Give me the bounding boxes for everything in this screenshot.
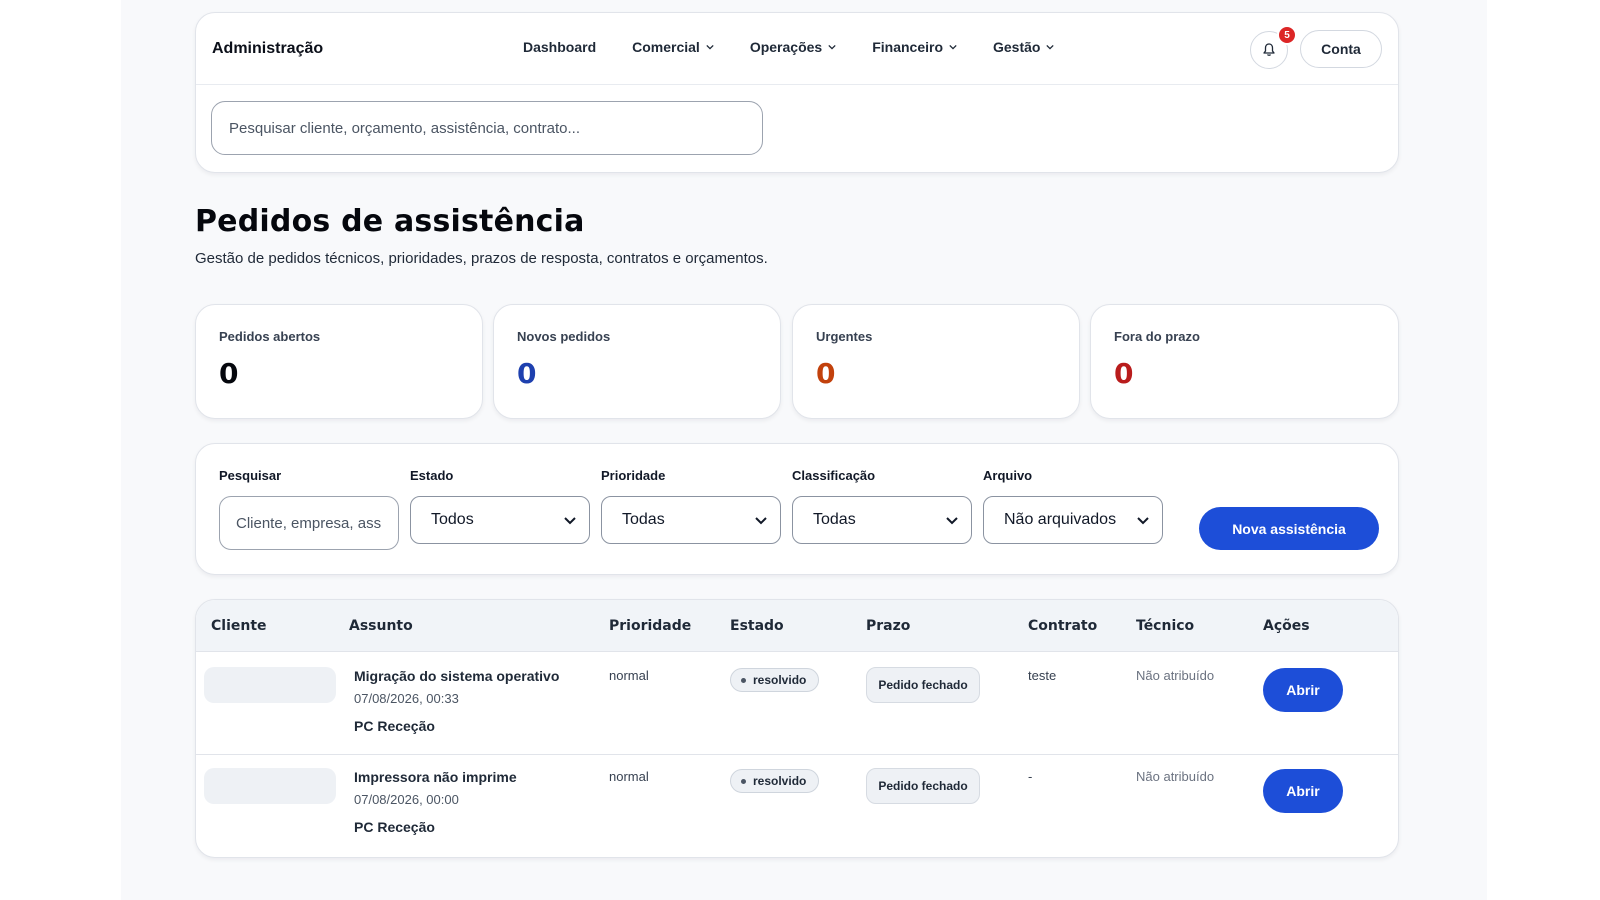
- row-subject: Impressora não imprime: [354, 769, 517, 785]
- nav-dashboard[interactable]: Dashboard: [523, 39, 596, 55]
- nav-financeiro[interactable]: Financeiro: [872, 39, 957, 55]
- nav-gestao[interactable]: Gestão: [993, 39, 1055, 55]
- row-date: 07/08/2026, 00:33: [354, 691, 459, 706]
- select-value: Todas: [813, 511, 856, 528]
- deadline-badge: Pedido fechado: [866, 768, 980, 804]
- stat-card-urgent: Urgentes 0: [792, 304, 1080, 419]
- notification-count-badge: 5: [1277, 25, 1297, 45]
- stat-label: Fora do prazo: [1114, 329, 1200, 344]
- filter-estado-select[interactable]: Todos: [410, 496, 590, 544]
- status-dot-icon: [741, 677, 746, 683]
- nav-label: Dashboard: [523, 39, 597, 55]
- column-header: Prioridade: [609, 618, 692, 634]
- chevron-down-icon: [828, 44, 836, 50]
- client-placeholder: [204, 667, 336, 703]
- bell-icon: [1263, 43, 1275, 56]
- stat-card-overdue: Fora do prazo 0: [1090, 304, 1399, 419]
- row-device: PC Receção: [354, 819, 435, 835]
- new-assistance-button[interactable]: Nova assistência: [1199, 507, 1379, 550]
- nav-comercial[interactable]: Comercial: [632, 39, 714, 55]
- table-header: Cliente Assunto Prioridade Estado Prazo …: [196, 600, 1398, 652]
- chevron-down-icon: [564, 517, 576, 525]
- header-divider: [196, 84, 1398, 85]
- row-date: 07/08/2026, 00:00: [354, 792, 459, 807]
- chevron-down-icon: [1046, 44, 1055, 50]
- stat-value: 0: [816, 357, 836, 390]
- notifications-button[interactable]: 5: [1250, 25, 1297, 69]
- stat-value: 0: [517, 357, 537, 390]
- filter-arquivo-label: Arquivo: [983, 468, 1033, 483]
- select-value: Não arquivados: [1004, 511, 1117, 528]
- select-value: Todos: [431, 511, 474, 528]
- brand-title: Administração: [212, 40, 324, 57]
- filters-panel: Pesquisar Estado Todos Prioridade Todas …: [195, 443, 1399, 575]
- status-text: resolvido: [753, 673, 807, 687]
- client-placeholder: [204, 768, 336, 804]
- nav-operacoes[interactable]: Operações: [750, 39, 836, 55]
- status-badge: resolvido: [730, 769, 820, 793]
- page-title: Pedidos de assistência: [195, 204, 585, 239]
- column-header: Prazo: [866, 618, 911, 634]
- status-text: resolvido: [753, 774, 807, 788]
- row-technician: Não atribuído: [1136, 668, 1215, 683]
- stat-label: Novos pedidos: [517, 329, 611, 344]
- table-row: Impressora não imprime 07/08/2026, 00:00…: [196, 753, 1398, 856]
- open-button[interactable]: Abrir: [1263, 668, 1343, 712]
- app-background: Administração Dashboard Comercial Operaç…: [121, 0, 1487, 900]
- page-subtitle: Gestão de pedidos técnicos, prioridades,…: [195, 250, 768, 267]
- stat-card-open: Pedidos abertos 0: [195, 304, 483, 419]
- top-navigation-bar: Administração Dashboard Comercial Operaç…: [195, 12, 1399, 173]
- filter-search-label: Pesquisar: [219, 468, 282, 483]
- filter-prioridade-select[interactable]: Todas: [601, 496, 781, 544]
- chevron-down-icon: [949, 44, 957, 50]
- status-dot-icon: [741, 778, 746, 784]
- chevron-down-icon: [946, 517, 958, 525]
- stat-value: 0: [1114, 357, 1134, 390]
- account-button[interactable]: Conta: [1300, 30, 1382, 68]
- filter-estado-label: Estado: [410, 468, 454, 483]
- chevron-down-icon: [755, 517, 767, 525]
- main-nav: Dashboard Comercial Operações Financeiro…: [523, 39, 1090, 55]
- global-search-input[interactable]: [211, 101, 763, 155]
- nav-label: Comercial: [632, 39, 700, 55]
- filter-classificacao-select[interactable]: Todas: [792, 496, 972, 544]
- stat-card-new: Novos pedidos 0: [493, 304, 781, 419]
- deadline-badge: Pedido fechado: [866, 667, 980, 703]
- row-priority: normal: [609, 668, 649, 683]
- row-priority: normal: [609, 769, 649, 784]
- requests-table: Cliente Assunto Prioridade Estado Prazo …: [195, 599, 1399, 858]
- column-header: Ações: [1263, 618, 1310, 634]
- chevron-down-icon: [1137, 517, 1149, 525]
- column-header: Cliente: [211, 618, 267, 634]
- stat-label: Pedidos abertos: [219, 329, 321, 344]
- table-row: Migração do sistema operativo 07/08/2026…: [196, 652, 1398, 755]
- row-device: PC Receção: [354, 718, 435, 734]
- open-button[interactable]: Abrir: [1263, 769, 1343, 813]
- filter-search-input[interactable]: [219, 496, 399, 550]
- nav-label: Gestão: [993, 39, 1041, 55]
- nav-label: Operações: [749, 39, 823, 55]
- column-header: Técnico: [1136, 618, 1195, 634]
- row-contract: -: [1028, 769, 1033, 784]
- status-badge: resolvido: [730, 668, 820, 692]
- row-technician: Não atribuído: [1136, 769, 1215, 784]
- column-header: Estado: [730, 618, 784, 634]
- column-header: Contrato: [1028, 618, 1098, 634]
- select-value: Todas: [622, 511, 665, 528]
- filter-classificacao-label: Classificação: [792, 468, 876, 483]
- chevron-down-icon: [706, 44, 714, 50]
- filter-arquivo-select[interactable]: Não arquivados: [983, 496, 1163, 544]
- stat-label: Urgentes: [816, 329, 873, 344]
- stat-value: 0: [219, 357, 239, 390]
- row-subject: Migração do sistema operativo: [354, 668, 560, 684]
- filter-prioridade-label: Prioridade: [601, 468, 666, 483]
- row-contract: teste: [1028, 668, 1057, 683]
- nav-label: Financeiro: [872, 39, 943, 55]
- column-header: Assunto: [349, 618, 413, 634]
